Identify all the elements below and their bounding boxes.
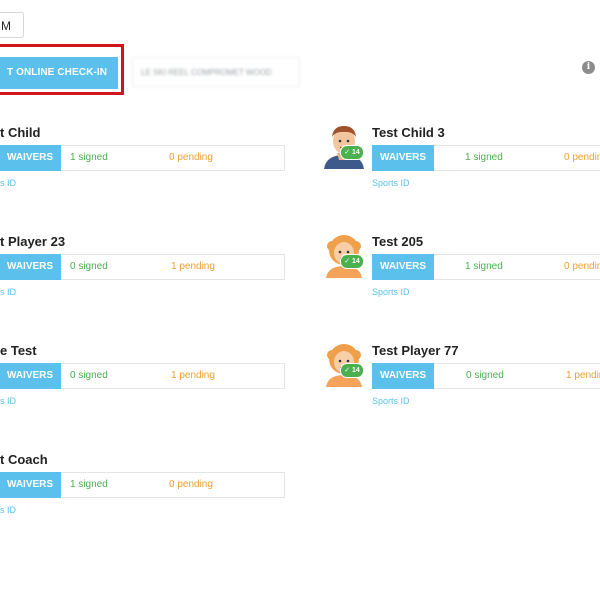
- top-select-box[interactable]: M: [0, 12, 24, 38]
- sports-id-link[interactable]: Sports ID: [372, 178, 410, 188]
- waiver-bar: WAIVERS 0 signed 1 pending: [0, 254, 285, 280]
- pending-count: 1 pending: [171, 370, 215, 381]
- signed-count: 0 signed: [70, 370, 108, 381]
- waiver-bar: WAIVERS 1 signed 0 pending: [0, 472, 285, 498]
- highlight-box: [0, 44, 124, 95]
- signed-count: 0 signed: [70, 261, 108, 272]
- waiver-bar: WAIVERS 1 signed 0 pendin: [372, 145, 600, 171]
- waivers-button[interactable]: WAIVERS: [0, 363, 61, 389]
- waivers-button[interactable]: WAIVERS: [372, 363, 434, 389]
- player-name: t Coach: [0, 452, 48, 467]
- waivers-button[interactable]: WAIVERS: [0, 254, 61, 280]
- player-name: e Test: [0, 343, 37, 358]
- player-name: t Child: [0, 125, 41, 140]
- pending-count: 0 pending: [169, 152, 213, 163]
- sports-id-link[interactable]: s ID: [0, 287, 16, 297]
- info-icon[interactable]: i: [582, 61, 595, 74]
- blurred-field: LE SKI REEL COMPROMET WOOD: [132, 57, 300, 87]
- waivers-button[interactable]: WAIVERS: [372, 145, 434, 171]
- pending-count: 0 pending: [169, 479, 213, 490]
- waiver-bar: WAIVERS 0 signed 1 pendin: [372, 363, 600, 389]
- player-name: t Player 23: [0, 234, 66, 249]
- waiver-bar: WAIVERS 1 signed 0 pending: [0, 145, 285, 171]
- signed-count: 1 signed: [465, 261, 503, 272]
- player-name: Test Player 77: [372, 343, 459, 358]
- sports-id-link[interactable]: s ID: [0, 505, 16, 515]
- sports-id-link[interactable]: s ID: [0, 178, 16, 188]
- orange-hair-avatar-icon: ✓ 14: [318, 226, 370, 278]
- signed-count: 1 signed: [70, 479, 108, 490]
- pending-count: 1 pendin: [566, 370, 600, 381]
- player-name: Test Child 3: [372, 125, 445, 140]
- sports-id-link[interactable]: Sports ID: [372, 396, 410, 406]
- player-name: Test 205: [372, 234, 424, 249]
- pending-count: 0 pendin: [564, 261, 600, 272]
- signed-count: 1 signed: [70, 152, 108, 163]
- waivers-button[interactable]: WAIVERS: [0, 472, 61, 498]
- boy-avatar-icon: ✓ 14: [318, 117, 370, 169]
- orange-hair-avatar-icon: ✓ 14: [318, 335, 370, 387]
- age-badge: ✓ 14: [340, 145, 364, 160]
- waiver-bar: WAIVERS 0 signed 1 pending: [0, 363, 285, 389]
- signed-count: 0 signed: [466, 370, 504, 381]
- waivers-button[interactable]: WAIVERS: [0, 145, 61, 171]
- sports-id-link[interactable]: Sports ID: [372, 287, 410, 297]
- age-badge: ✓ 14: [340, 363, 364, 378]
- pending-count: 0 pendin: [564, 152, 600, 163]
- waivers-button[interactable]: WAIVERS: [372, 254, 434, 280]
- sports-id-link[interactable]: s ID: [0, 396, 16, 406]
- pending-count: 1 pending: [171, 261, 215, 272]
- age-badge: ✓ 14: [340, 254, 364, 269]
- signed-count: 1 signed: [465, 152, 503, 163]
- waiver-bar: WAIVERS 1 signed 0 pendin: [372, 254, 600, 280]
